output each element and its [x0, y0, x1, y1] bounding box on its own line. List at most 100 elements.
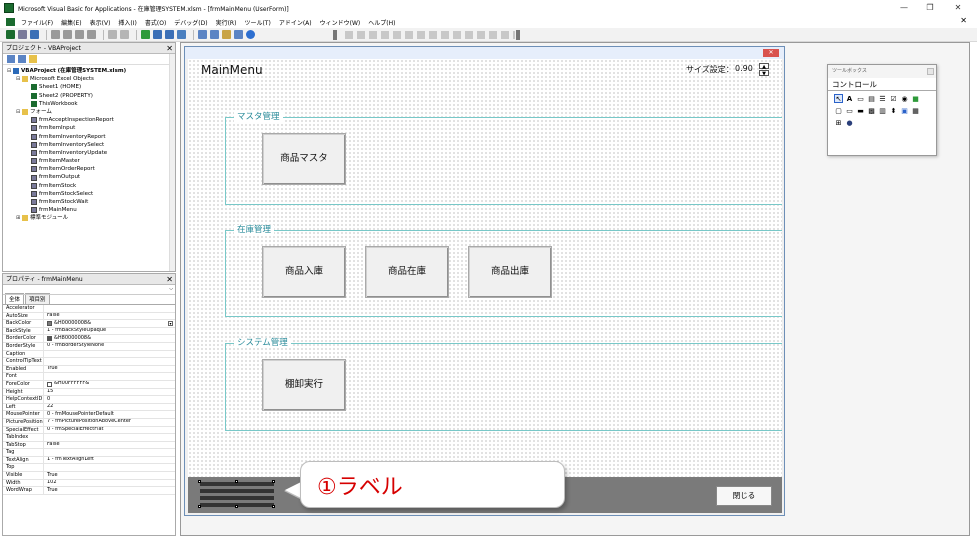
resize-handle[interactable]	[235, 505, 238, 508]
toolbar-grip-icon[interactable]	[333, 30, 337, 40]
property-value[interactable]: &H00FFFFFF&	[44, 381, 175, 388]
window-close-button[interactable]: ✕	[946, 2, 970, 14]
optionbutton-tool-icon[interactable]: ◉	[900, 94, 909, 103]
property-row[interactable]: MousePointer 0 - fmMousePointerDefault	[3, 411, 175, 419]
listbox-tool-icon[interactable]: ☰	[878, 94, 887, 103]
property-value[interactable]	[44, 464, 175, 471]
userform-canvas[interactable]: MainMenu サイズ設定： 0.90 ▲ ▼ マスタ管理 商品マスタ 在庫管…	[188, 59, 782, 513]
resize-handle[interactable]	[198, 505, 201, 508]
property-value[interactable]: 15	[44, 389, 175, 396]
properties-window-icon[interactable]	[210, 30, 219, 39]
property-row[interactable]: BorderStyle 0 - fmBorderStyleNone	[3, 342, 175, 351]
property-value[interactable]: 0 - fmBorderStyleNone	[44, 343, 175, 350]
menu-run[interactable]: 実行(R)	[216, 18, 237, 27]
stock-list-button[interactable]: 商品在庫	[365, 246, 449, 298]
resize-handle[interactable]	[272, 505, 275, 508]
frame-tool-icon[interactable]: ▢	[834, 106, 843, 115]
select-objects-icon[interactable]: ↖	[834, 94, 843, 103]
property-value[interactable]: 0 - fmSpecialEffectFlat	[44, 427, 175, 434]
property-value[interactable]	[44, 358, 175, 365]
property-row[interactable]: Visible True	[3, 472, 175, 480]
webbrowser-tool-icon[interactable]: ●	[845, 118, 854, 127]
design-mode-icon[interactable]	[177, 30, 186, 39]
property-value[interactable]	[44, 434, 175, 441]
view-object-icon[interactable]	[18, 55, 26, 63]
project-explorer-close-button[interactable]: ✕	[166, 43, 173, 54]
property-row[interactable]: BackColor &H00000008& ▾	[3, 320, 175, 328]
redo-icon[interactable]	[120, 30, 129, 39]
property-row[interactable]: AutoSize False	[3, 312, 175, 321]
view-excel-icon[interactable]	[6, 30, 15, 39]
toggle-folders-icon[interactable]	[29, 55, 37, 63]
resize-handle[interactable]	[235, 480, 238, 483]
property-row[interactable]: Tag	[3, 449, 175, 457]
spin-up-icon[interactable]: ▲	[759, 63, 769, 70]
project-explorer-icon[interactable]	[198, 30, 207, 39]
checkbox-tool-icon[interactable]: ☑	[889, 94, 898, 103]
property-value[interactable]: 7 - fmPicturePositionAboveCenter	[44, 419, 175, 426]
view-code-icon[interactable]	[7, 55, 15, 63]
frame-system[interactable]: システム管理 棚卸実行	[225, 338, 782, 431]
property-value[interactable]: &H00000008& ▾	[44, 320, 175, 327]
document-close-button[interactable]: ✕	[960, 16, 967, 25]
break-icon[interactable]	[153, 30, 162, 39]
property-value[interactable]: True	[44, 472, 175, 479]
restore-button[interactable]: ❐	[918, 2, 942, 14]
menu-insert[interactable]: 挿入(I)	[118, 18, 136, 27]
project-tree-item[interactable]: ThisWorkbook	[7, 100, 175, 108]
refedit-tool-icon[interactable]: ▦	[911, 106, 920, 115]
property-value[interactable]: True	[44, 366, 175, 373]
property-row[interactable]: Font	[3, 373, 175, 381]
property-value[interactable]: False	[44, 313, 175, 320]
property-row[interactable]: BackStyle 1 - fmBackStyleOpaque	[3, 327, 175, 336]
image-tool-icon[interactable]: ▣	[900, 106, 909, 115]
help-icon[interactable]	[246, 30, 255, 39]
undo-icon[interactable]	[108, 30, 117, 39]
property-value[interactable]	[44, 373, 175, 380]
project-explorer-scrollbar[interactable]	[169, 54, 175, 271]
toolbox-tab-controls[interactable]: コントロール	[828, 78, 936, 91]
property-value[interactable]: True	[44, 487, 175, 494]
togglebutton-tool-icon[interactable]: ■	[911, 94, 920, 103]
project-tree-item[interactable]: frmItemInput	[7, 124, 175, 132]
selected-label-control[interactable]	[198, 480, 275, 508]
stock-out-button[interactable]: 商品出庫	[468, 246, 552, 298]
property-row[interactable]: TabIndex	[3, 434, 175, 442]
property-row[interactable]: PicturePosition 7 - fmPicturePositionAbov…	[3, 418, 175, 427]
form-title-label[interactable]: MainMenu	[201, 63, 263, 77]
project-tree-item[interactable]: Sheet2 (PROPERTY)	[7, 92, 175, 100]
label-tool-icon[interactable]: A	[845, 94, 854, 103]
property-value[interactable]: False	[44, 442, 175, 449]
find-icon[interactable]	[87, 30, 96, 39]
property-row[interactable]: Width 102	[3, 479, 175, 488]
property-row[interactable]: ForeColor &H00FFFFFF&	[3, 380, 175, 389]
close-button[interactable]: 閉じる	[716, 486, 772, 506]
property-value[interactable]	[44, 305, 175, 312]
menu-file[interactable]: ファイル(F)	[21, 18, 53, 27]
property-row[interactable]: TabStop False	[3, 441, 175, 450]
property-row[interactable]: TextAlign 1 - fmTextAlignLeft	[3, 456, 175, 465]
label-control-bar[interactable]	[200, 496, 274, 500]
label-control-bar[interactable]	[200, 489, 274, 493]
property-row[interactable]: BorderColor &H80000008&	[3, 335, 175, 343]
property-row[interactable]: Left 22	[3, 403, 175, 412]
combobox-tool-icon[interactable]: ▤	[867, 94, 876, 103]
property-value[interactable]: 0 - fmMousePointerDefault	[44, 411, 175, 418]
reset-icon[interactable]	[165, 30, 174, 39]
paste-icon[interactable]	[75, 30, 84, 39]
property-row[interactable]: Enabled True	[3, 365, 175, 374]
property-value[interactable]	[44, 449, 175, 456]
tabstrip-tool-icon[interactable]: ▬	[856, 106, 865, 115]
commandbutton-tool-icon[interactable]: ▭	[845, 106, 854, 115]
run-icon[interactable]	[141, 30, 150, 39]
project-tree-item[interactable]: frmItemInventoryReport	[7, 133, 175, 141]
property-row[interactable]: SpecialEffect 0 - fmSpecialEffectFlat	[3, 426, 175, 435]
properties-close-button[interactable]: ✕	[166, 274, 173, 285]
project-tree-item[interactable]: ⊟ フォーム	[7, 108, 175, 116]
size-setting-label[interactable]: サイズ設定：	[686, 64, 734, 75]
project-tree-item[interactable]: frmItemOutput	[7, 173, 175, 181]
chevron-down-icon[interactable]: ▾	[168, 321, 173, 327]
menu-format[interactable]: 書式(O)	[145, 18, 166, 27]
userform-close-button[interactable]: ✕	[763, 49, 779, 57]
inventory-run-button[interactable]: 棚卸実行	[262, 359, 346, 411]
